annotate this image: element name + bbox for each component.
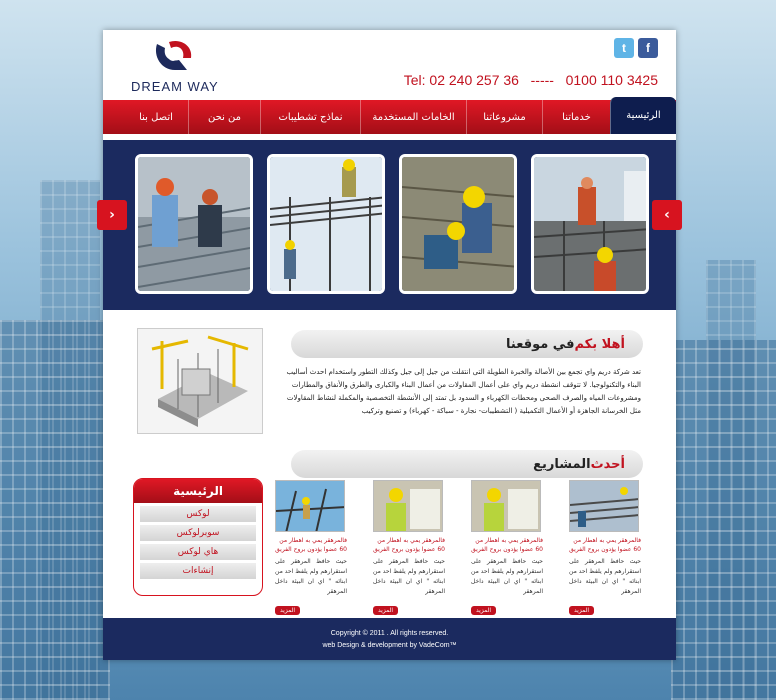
project-image[interactable] xyxy=(471,480,541,532)
nav-item-services[interactable]: خدماتنا xyxy=(542,100,610,134)
category-item-high-lux[interactable]: هاي لوكس xyxy=(140,544,256,560)
nav-item-about[interactable]: من نحن xyxy=(188,100,260,134)
category-item-construction[interactable]: إنشاءات xyxy=(140,563,256,579)
project-card: فالمرهقر يمي به اهطار من 60 عضوا يؤدون ب… xyxy=(373,480,445,616)
project-image[interactable] xyxy=(373,480,443,532)
about-text: تعد شركة دريم واي تجمع بين الأصالة والخب… xyxy=(286,368,641,415)
category-item-super-lux[interactable]: سوبرلوكس xyxy=(140,525,256,541)
phone-numbers: Tel: 02 240 257 36 ----- 0100 110 3425 xyxy=(403,72,658,88)
projects-title: المشاريع أحدث xyxy=(291,450,643,478)
background-building xyxy=(40,180,100,700)
project-title: فالمرهقر يمي به اهطار من 60 عضوا يؤدون ب… xyxy=(471,537,543,553)
brand-name: DREAM WAY xyxy=(131,79,219,94)
projects-title-rest: المشاريع xyxy=(533,456,591,472)
slide-image[interactable] xyxy=(267,154,385,294)
project-card: فالمرهقر يمي به اهطار من 60 عضوا يؤدون ب… xyxy=(569,480,641,616)
read-more-button[interactable]: المزيد xyxy=(569,606,595,615)
footer-credit[interactable]: web Design & development by VadeCom™ xyxy=(103,640,676,652)
welcome-title-rest: في موقعنا xyxy=(506,336,575,352)
logo[interactable]: DREAM WAY xyxy=(131,38,221,98)
nav-item-contact[interactable]: اتصل بنا xyxy=(124,100,188,134)
nav-item-projects[interactable]: مشروعاتنا xyxy=(466,100,542,134)
about-image xyxy=(137,328,263,434)
project-description: حيث حافظ المرهقر على استقرارهم ولم يلفظ … xyxy=(275,558,347,595)
page: DREAM WAY t f Tel: 02 240 257 36 ----- 0… xyxy=(97,30,682,660)
category-menu: الرئيسية لوكس سوبرلوكس هاي لوكس إنشاءات xyxy=(133,478,263,596)
main-nav: الرئيسية خدماتنا مشروعاتنا الخامات المست… xyxy=(103,97,676,134)
social-links: t f xyxy=(614,38,658,58)
slide-image[interactable] xyxy=(135,154,253,294)
project-description: حيث حافظ المرهقر على استقرارهم ولم يلفظ … xyxy=(471,558,543,595)
slide-image[interactable] xyxy=(399,154,517,294)
category-menu-title: الرئيسية xyxy=(134,479,262,503)
project-title: فالمرهقر يمي به اهطار من 60 عضوا يؤدون ب… xyxy=(275,537,347,553)
footer: Copyright © 2011 . All rights reserved. … xyxy=(103,618,676,660)
footer-copyright: Copyright © 2011 . All rights reserved. xyxy=(330,630,449,637)
background-building xyxy=(706,260,756,700)
project-title: فالمرهقر يمي به اهطار من 60 عضوا يؤدون ب… xyxy=(569,537,641,553)
read-more-button[interactable]: المزيد xyxy=(471,606,497,615)
slider-prev-button[interactable]: › xyxy=(97,200,127,230)
logo-icon xyxy=(155,40,192,70)
project-description: حيث حافظ المرهقر على استقرارهم ولم يلفظ … xyxy=(373,558,445,595)
slide-image[interactable] xyxy=(531,154,649,294)
project-card: فالمرهقر يمي به اهطار من 60 عضوا يؤدون ب… xyxy=(275,480,347,616)
read-more-button[interactable]: المزيد xyxy=(373,606,399,615)
slider-next-button[interactable]: ‹ xyxy=(652,200,682,230)
twitter-icon[interactable]: t xyxy=(614,38,634,58)
project-description: حيث حافظ المرهقر على استقرارهم ولم يلفظ … xyxy=(569,558,641,595)
project-image[interactable] xyxy=(275,480,345,532)
nav-item-materials[interactable]: الخامات المستخدمة xyxy=(360,100,466,134)
projects-title-accent: أحدث xyxy=(590,456,625,472)
welcome-title-accent: أهلا بكم xyxy=(574,336,625,352)
project-card: فالمرهقر يمي به اهطار من 60 عضوا يؤدون ب… xyxy=(471,480,543,616)
welcome-title: في موقعنا أهلا بكم xyxy=(291,330,643,358)
facebook-icon[interactable]: f xyxy=(638,38,658,58)
project-title: فالمرهقر يمي به اهطار من 60 عضوا يؤدون ب… xyxy=(373,537,445,553)
read-more-button[interactable]: المزيد xyxy=(275,606,301,615)
nav-item-finishing-samples[interactable]: نماذج تشطيبات xyxy=(260,100,360,134)
category-item-lux[interactable]: لوكس xyxy=(140,506,256,522)
image-slider: › ‹ xyxy=(97,140,682,310)
nav-item-home[interactable]: الرئيسية xyxy=(610,97,676,134)
project-image[interactable] xyxy=(569,480,639,532)
header: DREAM WAY t f Tel: 02 240 257 36 ----- 0… xyxy=(103,30,676,100)
